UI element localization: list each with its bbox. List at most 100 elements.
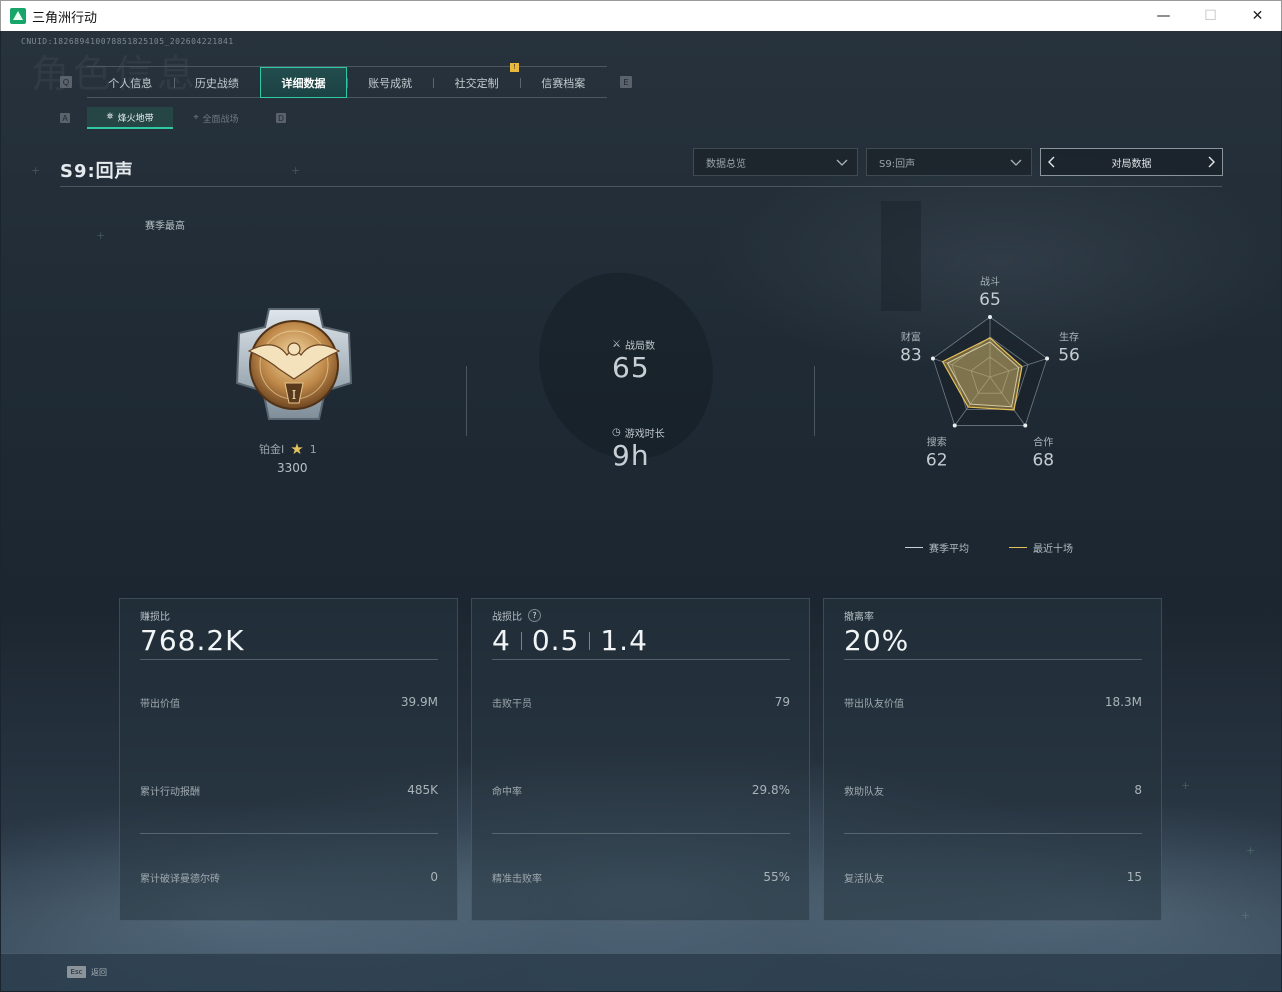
stat-row-label: 累计行动报酬	[140, 787, 200, 798]
card-big-value: 20%	[844, 624, 910, 657]
stat-row-label: 精准击败率	[492, 874, 542, 885]
crosshair-icon: +	[96, 229, 106, 242]
radar-vertex-point	[930, 356, 935, 361]
subtab-next-key-hint[interactable]: D	[276, 113, 286, 123]
radar-axis-label: 生存	[1059, 330, 1079, 343]
stat-row-value: 29.8%	[751, 783, 790, 797]
radar-vertex-point	[952, 423, 957, 428]
chevron-right-icon[interactable]	[1204, 155, 1218, 169]
footer-bar	[1, 953, 1281, 991]
help-icon[interactable]: ?	[528, 609, 541, 622]
medal-numeral: I	[292, 388, 297, 402]
main-tabs: 个人信息 历史战绩 详细数据 账号成就 社交定制 信赛档案	[87, 66, 607, 98]
dropdown-value: 数据总览	[706, 158, 746, 170]
tab-prev-key-hint[interactable]: Q	[60, 76, 72, 88]
card-divider	[492, 659, 790, 660]
radar-axis-label: 战斗	[980, 276, 1000, 288]
esc-key-hint: Esc	[67, 966, 86, 978]
crosshair-icon: +	[291, 164, 301, 177]
tab-reputation[interactable]: 信赛档案	[519, 67, 607, 98]
back-button[interactable]: Esc 返回	[67, 966, 107, 978]
legend-label: 最近十场	[1033, 544, 1073, 555]
card-label: 赚损比	[140, 612, 170, 623]
kill-death-card: 战损比 ? 4 0.5 1.4 击败干员 79 命中率 29.8% 精准击败率 …	[471, 598, 810, 921]
divider	[520, 631, 522, 650]
subtab-havoc-zone[interactable]: ⛯ 烽火地带	[87, 107, 173, 129]
stat-row-label: 命中率	[492, 787, 522, 798]
stat-row: 击败干员 79	[492, 695, 790, 710]
radar-axis-value: 83	[900, 345, 922, 365]
crosshair-icon: +	[31, 164, 41, 177]
pager-label: 对局数据	[1111, 158, 1152, 170]
ability-radar-chart: 战斗 65 生存 56 合作 68 搜索 62 财富 83	[900, 276, 1080, 471]
divider	[589, 631, 591, 650]
extraction-rate-card: 撤离率 20% 带出队友价值 18.3M 救助队友 8 复活队友 15	[823, 598, 1162, 921]
chevron-left-icon[interactable]	[1045, 155, 1059, 169]
tab-match-history[interactable]: 历史战绩	[173, 67, 261, 98]
close-button[interactable]: ✕	[1234, 1, 1281, 32]
minimize-button[interactable]: —	[1140, 1, 1187, 32]
window-titlebar: 三角洲行动 — ☐ ✕	[0, 0, 1282, 31]
game-viewport: 角色信息 CNUID:182689410078851825105_2026042…	[1, 31, 1281, 991]
cnuid-label: CNUID:182689410078851825105_202604221841	[21, 37, 234, 46]
stat-row-label: 带出价值	[140, 699, 180, 710]
chevron-down-icon	[1010, 159, 1022, 166]
tab-detailed-data[interactable]: 详细数据	[260, 67, 347, 98]
card-label: 战损比	[492, 612, 522, 623]
subtab-prev-key-hint[interactable]: A	[60, 113, 70, 123]
crossed-swords-icon: ⚔	[612, 339, 621, 350]
tab-personal-info[interactable]: 个人信息	[87, 67, 174, 98]
maximize-button[interactable]: ☐	[1187, 1, 1234, 32]
star-icon: ★	[290, 440, 304, 458]
matches-label-text: 战局数	[624, 341, 655, 352]
divider	[814, 366, 815, 436]
data-overview-dropdown[interactable]: 数据总览	[693, 148, 858, 176]
radar-axis-value: 56	[1058, 345, 1080, 365]
tab-next-key-hint[interactable]: E	[620, 76, 632, 88]
legend-line-gold	[1009, 547, 1027, 548]
tab-social[interactable]: 社交定制	[433, 67, 520, 98]
season-title: S9:回声	[60, 161, 134, 182]
stat-row: 复活队友 15	[844, 870, 1142, 885]
stat-row-value: 8	[1134, 783, 1142, 797]
season-dropdown[interactable]: S9:回声	[866, 148, 1032, 176]
card-divider	[140, 659, 438, 660]
window-title: 三角洲行动	[32, 10, 98, 26]
card-divider	[844, 659, 1142, 660]
stat-row: 带出队友价值 18.3M	[844, 695, 1142, 710]
rank-stars: 1	[309, 442, 317, 456]
back-label: 返回	[91, 967, 107, 977]
radar-vertex-point	[1023, 423, 1028, 428]
stat-row-value: 15	[1126, 870, 1142, 884]
radar-axis-label: 财富	[901, 330, 921, 343]
playtime-label-text: 游戏时长	[624, 429, 665, 440]
card-big-value: 4 0.5 1.4	[492, 624, 648, 657]
notification-badge: !	[510, 63, 519, 72]
stat-row-label: 击败干员	[492, 699, 532, 710]
stat-row: 累计破译曼德尔砖 0	[140, 870, 438, 885]
season-best-label: 赛季最高	[145, 221, 185, 232]
radar-axis-label: 合作	[1033, 436, 1053, 449]
tab-achievements[interactable]: 账号成就	[346, 67, 434, 98]
subtab-full-battlefield[interactable]: ⌖ 全面战场	[173, 107, 259, 129]
stat-row-value: 18.3M	[1104, 695, 1142, 709]
stat-row-value: 485K	[407, 783, 438, 797]
radar-axis-value: 62	[926, 451, 948, 471]
kd-part: 1.4	[600, 624, 648, 657]
stat-row-value: 39.9M	[400, 695, 438, 709]
crosshair-icon: +	[1181, 779, 1191, 792]
legend-recent-ten: 最近十场	[1009, 540, 1073, 555]
radar-vertex-point	[988, 315, 992, 319]
card-divider	[844, 833, 1142, 834]
stat-row-label: 累计破译曼德尔砖	[140, 874, 220, 885]
dropdown-value: S9:回声	[879, 158, 916, 170]
divider	[466, 366, 467, 436]
kd-part: 0.5	[531, 624, 580, 657]
playtime-value: 9h	[612, 439, 650, 472]
app-logo-icon	[10, 8, 26, 24]
stat-row-value: 79	[774, 695, 790, 709]
playtime-label: ◷ 游戏时长	[612, 425, 665, 440]
radar-vertex-point	[1045, 356, 1050, 361]
matches-value: 65	[612, 351, 650, 384]
crosshair-icon: +	[1246, 844, 1256, 857]
